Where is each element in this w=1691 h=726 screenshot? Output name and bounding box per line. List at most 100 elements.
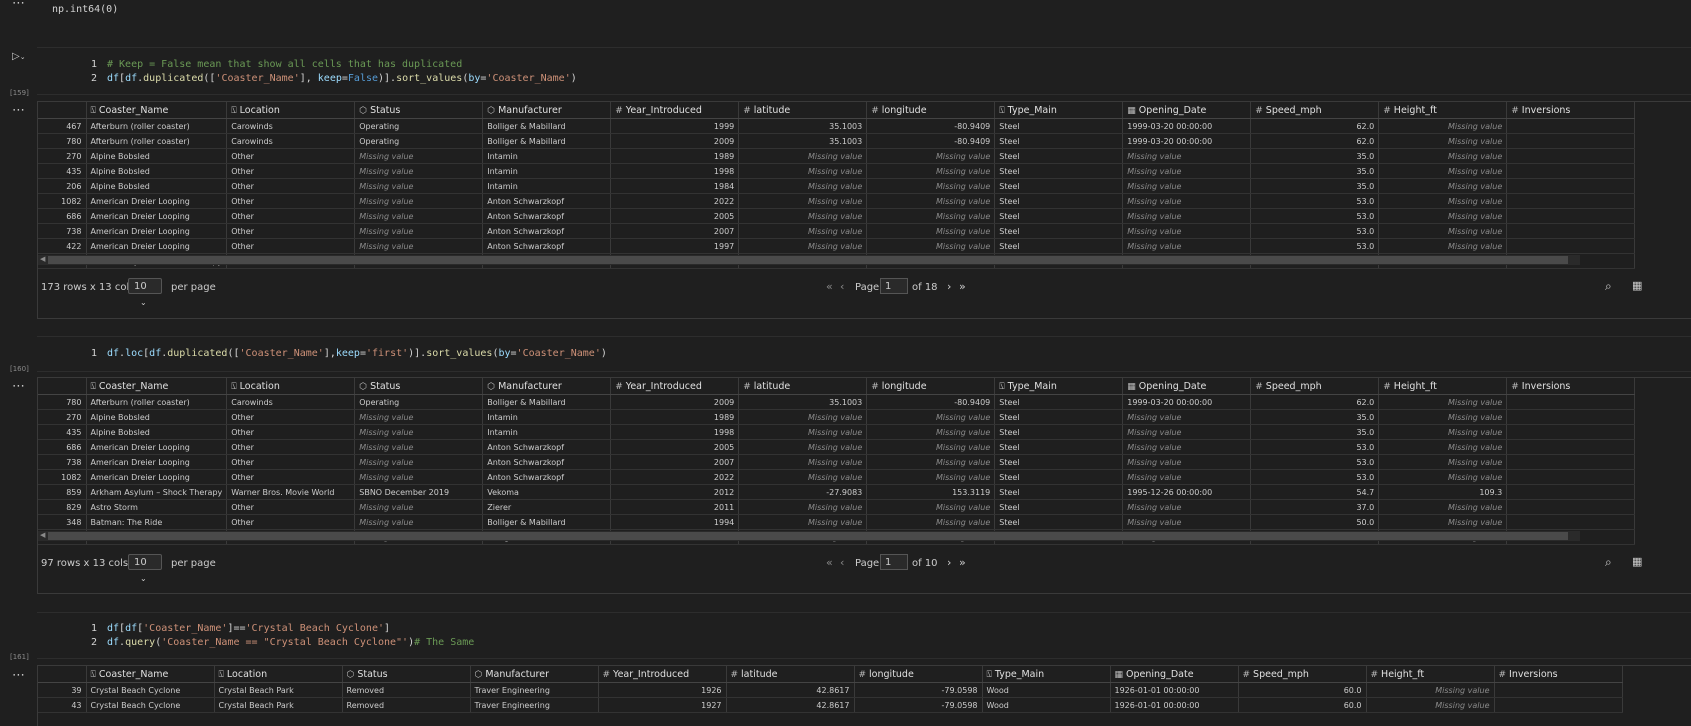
cell-menu-icon[interactable]: ⋯ <box>12 0 25 10</box>
column-label: Status <box>357 668 388 680</box>
column-header[interactable]: # Speed_mph <box>1238 666 1367 683</box>
horizontal-scrollbar[interactable]: ◀ <box>38 531 1580 541</box>
column-header[interactable]: # latitude <box>738 102 868 119</box>
column-header[interactable]: ▦ Opening_Date <box>1122 378 1252 395</box>
dataframe-viewer: ⍂ Coaster_Name ⍂ Location ⬡ Status ⬡ Manufactur… <box>37 377 1691 594</box>
prev-page-icon[interactable]: ‹ <box>840 556 844 569</box>
column-header[interactable]: # longitude <box>866 378 996 395</box>
column-header[interactable]: # Inversions <box>1494 666 1623 683</box>
row-index: 738 <box>38 454 87 470</box>
page-size-select[interactable]: 10 ⌄ <box>128 278 162 307</box>
page-input[interactable]: 1 <box>880 554 908 570</box>
column-header[interactable]: # Inversions <box>1506 102 1636 119</box>
execution-count: [159] <box>10 89 29 97</box>
table-cell: Missing value <box>1378 514 1508 530</box>
column-header[interactable]: # Height_ft <box>1378 102 1508 119</box>
code-line: 1 # Keep = False mean that show all cells… <box>37 59 462 70</box>
table-cell: Missing value <box>738 148 868 164</box>
column-header[interactable]: # Year_Introduced <box>598 666 727 683</box>
table-cell: American Dreier Looping <box>86 469 228 485</box>
search-icon[interactable]: ⌕ <box>1605 555 1612 570</box>
page-size-select[interactable]: 10 ⌄ <box>128 554 162 583</box>
column-header[interactable]: ▦ Opening_Date <box>1122 102 1252 119</box>
text-type-icon: ⍂ <box>218 669 224 680</box>
column-header[interactable]: ⍂ Location <box>226 102 356 119</box>
column-header[interactable]: # Inversions <box>1506 378 1636 395</box>
column-header[interactable]: # longitude <box>866 102 996 119</box>
horizontal-scrollbar[interactable]: ◀ <box>38 255 1580 265</box>
scrollbar-thumb[interactable] <box>48 532 1568 540</box>
column-header[interactable]: # latitude <box>726 666 855 683</box>
table-cell: Steel <box>994 469 1124 485</box>
column-header[interactable]: # Year_Introduced <box>610 102 740 119</box>
table-cell: 37.0 <box>1250 499 1380 515</box>
table-cell: Other <box>226 178 356 194</box>
column-header[interactable]: ⍂ Location <box>214 666 343 683</box>
column-header[interactable]: ▦ Opening_Date <box>1110 666 1239 683</box>
last-page-icon[interactable]: » <box>959 556 966 569</box>
column-header[interactable]: ⬡ Manufacturer <box>482 378 612 395</box>
last-page-icon[interactable]: » <box>959 280 966 293</box>
scroll-left-icon[interactable]: ◀ <box>40 531 45 539</box>
line-number: 1 <box>90 348 97 359</box>
column-header[interactable]: ⍂ Type_Main <box>982 666 1111 683</box>
table-row: 1082 American Dreier Looping Other Missing … <box>38 469 1636 485</box>
table-row: 780 Afterburn (roller coaster) Carowinds Op… <box>38 394 1636 410</box>
column-header[interactable]: ⬡ Manufacturer <box>482 102 612 119</box>
table-cell: 1994 <box>610 514 740 530</box>
page-count: of 18 <box>912 282 938 293</box>
search-icon[interactable]: ⌕ <box>1605 279 1612 294</box>
column-header[interactable]: # Height_ft <box>1378 378 1508 395</box>
code-editor[interactable]: 1 df[df['Coaster_Name']=='Crystal Beach C… <box>37 612 1691 659</box>
column-header[interactable]: ⍂ Location <box>226 378 356 395</box>
column-header[interactable]: # Height_ft <box>1366 666 1495 683</box>
column-header[interactable]: ⬡ Status <box>354 102 484 119</box>
column-header[interactable]: ⬡ Status <box>354 378 484 395</box>
code-editor[interactable]: 1 df.loc[df.duplicated(['Coaster_Name'],k… <box>37 336 1691 372</box>
table-cell: Missing value <box>866 439 996 455</box>
cell-menu-icon[interactable]: ⋯ <box>12 380 25 393</box>
grid-view-icon[interactable]: ▦ <box>1632 555 1642 568</box>
grid-view-icon[interactable]: ▦ <box>1632 279 1642 292</box>
table-cell: Missing value <box>1122 424 1252 440</box>
column-header[interactable]: ⬡ Manufacturer <box>470 666 599 683</box>
column-header[interactable]: # Year_Introduced <box>610 378 740 395</box>
column-header[interactable]: # Speed_mph <box>1250 378 1380 395</box>
table-cell: Anton Schwarzkopf <box>482 223 612 239</box>
scrollbar-thumb[interactable] <box>48 256 1568 264</box>
column-label: Type_Main <box>994 668 1045 680</box>
page-input[interactable]: 1 <box>880 278 908 294</box>
scroll-left-icon[interactable]: ◀ <box>40 255 45 263</box>
column-header[interactable]: ⍂ Type_Main <box>994 102 1124 119</box>
column-header[interactable]: ⍂ Coaster_Name <box>86 378 228 395</box>
column-header[interactable]: ⍂ Type_Main <box>994 378 1124 395</box>
code-editor[interactable]: 1 # Keep = False mean that show all cells… <box>37 47 1691 95</box>
table-cell: Missing value <box>738 208 868 224</box>
table-cell: Steel <box>994 133 1124 149</box>
run-cell-button[interactable]: ▷⌄ <box>12 51 26 62</box>
table-cell: Vekoma <box>482 484 612 500</box>
cell-menu-icon[interactable]: ⋯ <box>12 104 25 117</box>
line-number: 2 <box>90 637 97 648</box>
column-header[interactable]: ⬡ Status <box>342 666 471 683</box>
table-cell: Anton Schwarzkopf <box>482 469 612 485</box>
first-page-icon[interactable]: « <box>826 280 833 293</box>
table-cell: Missing value <box>1378 409 1508 425</box>
column-header[interactable]: # longitude <box>854 666 983 683</box>
prev-page-icon[interactable]: ‹ <box>840 280 844 293</box>
table-row: 859Arkham Asylum – Shock TherapyWarner B… <box>38 484 1636 500</box>
cell-menu-icon[interactable]: ⋯ <box>12 669 25 682</box>
table-cell: 1995-12-26 00:00:00 <box>1122 484 1252 500</box>
number-type-icon: # <box>730 669 739 680</box>
column-header[interactable]: # Speed_mph <box>1250 102 1380 119</box>
first-page-icon[interactable]: « <box>826 556 833 569</box>
chevron-down-icon: ⌄ <box>140 574 147 583</box>
next-page-icon[interactable]: › <box>947 280 951 293</box>
column-header[interactable]: # latitude <box>738 378 868 395</box>
dataframe-viewer: ⍂ Coaster_Name ⍂ Location ⬡ Status ⬡ Manufactur… <box>37 101 1691 319</box>
table-cell: Missing value <box>354 238 484 254</box>
table-cell: Missing value <box>354 469 484 485</box>
next-page-icon[interactable]: › <box>947 556 951 569</box>
column-header[interactable]: ⍂ Coaster_Name <box>86 666 215 683</box>
column-header[interactable]: ⍂ Coaster_Name <box>86 102 228 119</box>
